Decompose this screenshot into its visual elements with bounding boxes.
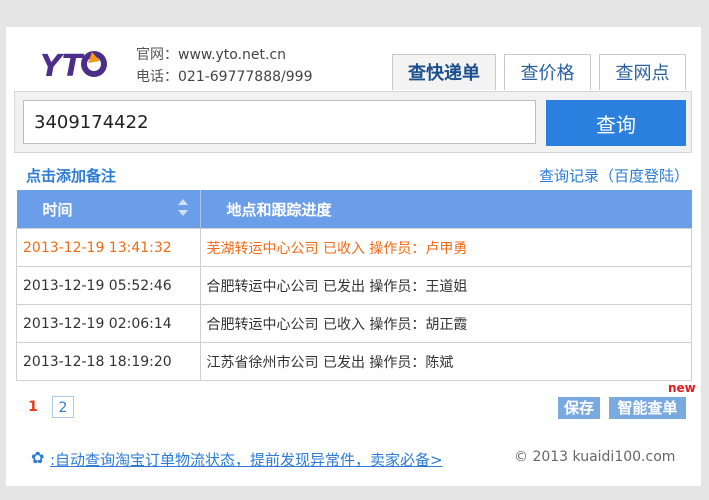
col-time-label: 时间	[42, 200, 73, 219]
row-detail: 合肥转运中心公司 已发出 操作员：王道姐	[199, 266, 692, 305]
phone-label: 电话：	[136, 69, 178, 85]
taobao-promo-link[interactable]: :自动查询淘宝订单物流状态，提前发现异常件，卖家必备>	[50, 449, 443, 470]
yto-logo: YT	[40, 49, 107, 84]
row-time: 2013-12-18 18:19:20	[16, 342, 201, 381]
tab-price[interactable]: 查价格	[504, 54, 591, 90]
save-button[interactable]: 保存	[558, 397, 600, 419]
search-button[interactable]: 查询	[546, 100, 686, 146]
table-header: 时间 地点和跟踪进度	[16, 190, 692, 229]
row-time: 2013-12-19 13:41:32	[16, 228, 201, 267]
row-time: 2013-12-19 05:52:46	[16, 266, 201, 305]
sort-icon[interactable]	[177, 199, 188, 219]
new-badge: new	[668, 381, 696, 395]
site-label: 官网：	[136, 47, 178, 63]
add-note-link[interactable]: 点击添加备注	[26, 165, 116, 186]
table-row: 2013-12-19 13:41:32 芜湖转运中心公司 已收入 操作员：卢甲勇	[16, 228, 692, 267]
svg-text:YT: YT	[40, 49, 85, 84]
phone-number: 021-69777888/999	[178, 69, 313, 85]
tracking-table: 时间 地点和跟踪进度 2013-12-19 13:41:32 芜湖转运中心公司 …	[16, 190, 692, 381]
site-info: 官网：www.yto.net.cn 电话：021-69777888/999	[136, 44, 312, 88]
table-row: 2013-12-18 18:19:20 江苏省徐州市公司 已发出 操作员：陈斌	[16, 342, 692, 381]
site-url: www.yto.net.cn	[178, 47, 287, 63]
tab-outlets[interactable]: 查网点	[599, 54, 686, 90]
page-current: 1	[28, 399, 38, 415]
smart-query-button[interactable]: 智能查单	[609, 397, 686, 419]
table-row: 2013-12-19 05:52:46 合肥转运中心公司 已发出 操作员：王道姐	[16, 266, 692, 305]
flower-icon: ✿	[31, 448, 45, 467]
col-time[interactable]: 时间	[16, 190, 201, 229]
tracking-number-input[interactable]	[23, 100, 536, 144]
table-row: 2013-12-19 02:06:14 合肥转运中心公司 已收入 操作员：胡正霞	[16, 304, 692, 343]
row-detail: 芜湖转运中心公司 已收入 操作员：卢甲勇	[199, 228, 692, 267]
row-time: 2013-12-19 02:06:14	[16, 304, 201, 343]
row-detail: 合肥转运中心公司 已收入 操作员：胡正霞	[199, 304, 692, 343]
copyright: © 2013 kuaidi100.com	[514, 449, 676, 465]
query-history-link[interactable]: 查询记录（百度登陆）	[539, 165, 689, 186]
row-detail: 江苏省徐州市公司 已发出 操作员：陈斌	[199, 342, 692, 381]
page-2-link[interactable]: 2	[52, 396, 74, 418]
tab-track-parcel[interactable]: 查快递单	[392, 54, 496, 90]
col-detail: 地点和跟踪进度	[200, 190, 692, 229]
